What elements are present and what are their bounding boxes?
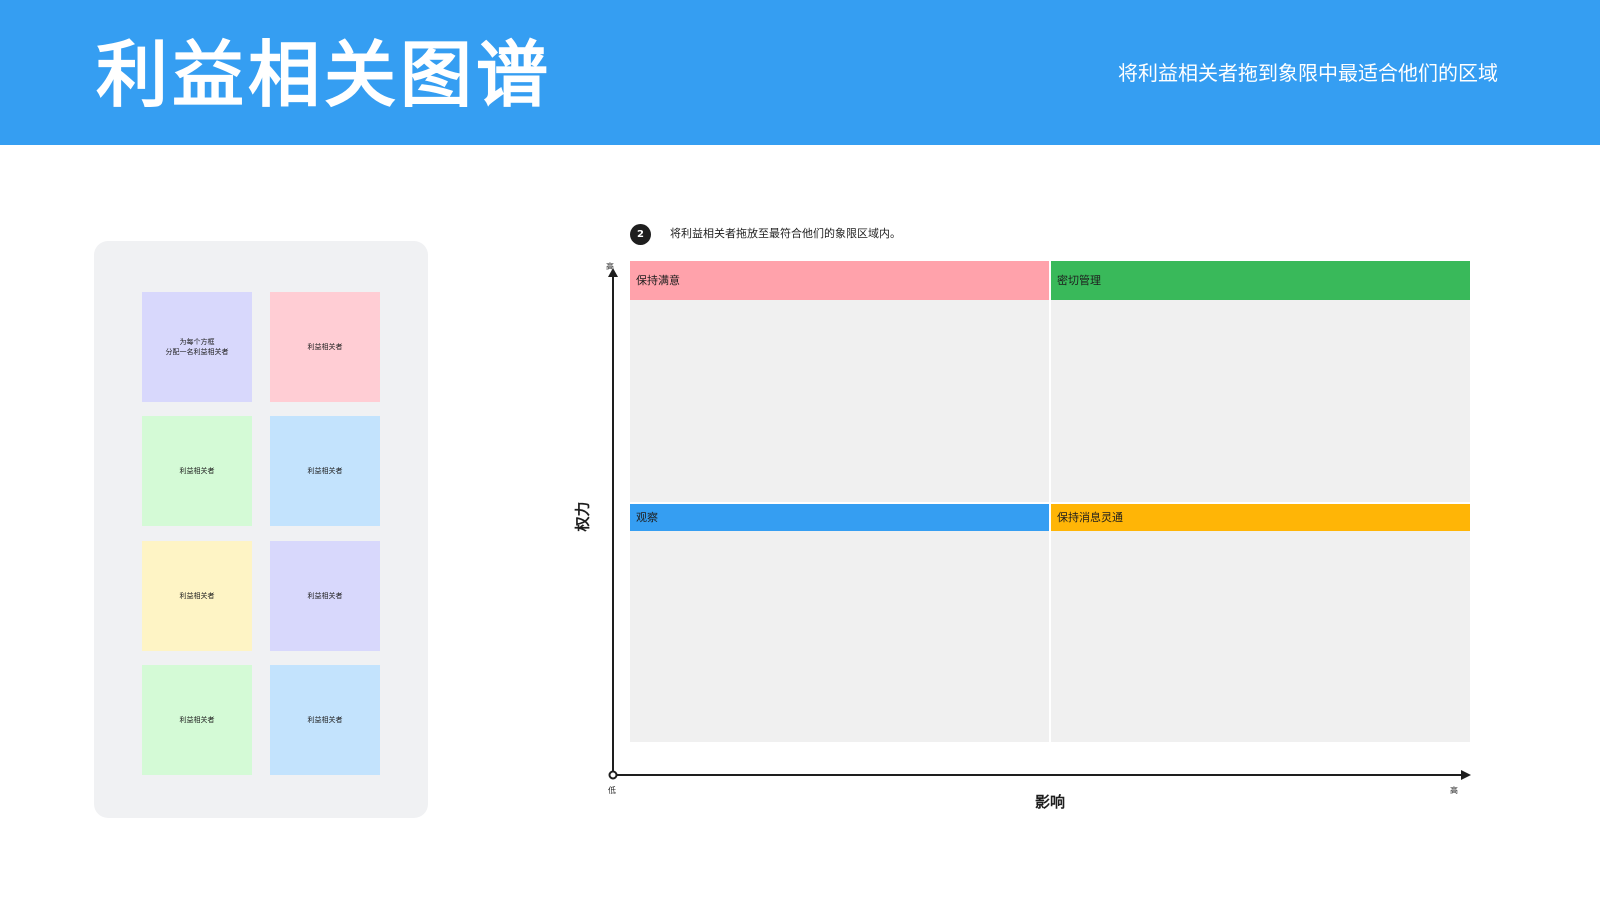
sticky-notes-panel: 为每个方框 分配一名利益相关者 利益相关者 利益相关者 利益相关者 利益相关者 … (94, 241, 428, 818)
sticky-note-1[interactable]: 为每个方框 分配一名利益相关者 (142, 292, 252, 402)
sticky-note-2[interactable]: 利益相关者 (270, 292, 380, 402)
instruction-text: 将利益相关者拖放至最符合他们的象限区域内。 (670, 227, 901, 240)
x-axis-low-label: 低 (608, 786, 616, 795)
x-axis-title: 影响 (1035, 793, 1066, 811)
quadrant-keep-informed[interactable]: 保持消息灵通 (1051, 504, 1470, 742)
sticky-note-6[interactable]: 利益相关者 (270, 541, 380, 651)
axis-origin-icon (608, 770, 618, 780)
sticky-note-8[interactable]: 利益相关者 (270, 665, 380, 775)
header-banner: 利益相关图谱 将利益相关者拖到象限中最适合他们的区域 (0, 0, 1600, 145)
y-axis-line (612, 274, 614, 776)
quadrant-header-manage-closely: 密切管理 (1051, 261, 1470, 300)
quadrant-keep-satisfied[interactable]: 保持满意 (630, 261, 1049, 502)
x-axis-high-label: 高 (1450, 786, 1458, 795)
step-number-badge: 2 (630, 224, 651, 245)
quadrant-header-monitor: 观察 (630, 504, 1049, 531)
quadrant-monitor[interactable]: 观察 (630, 504, 1049, 742)
quadrant-header-keep-satisfied: 保持满意 (630, 261, 1049, 300)
y-axis-title: 权力 (573, 501, 592, 532)
x-axis-line (613, 774, 1463, 776)
page-subtitle: 将利益相关者拖到象限中最适合他们的区域 (1118, 61, 1498, 85)
sticky-note-5[interactable]: 利益相关者 (142, 541, 252, 651)
sticky-note-4[interactable]: 利益相关者 (270, 416, 380, 526)
y-axis-high-label: 高 (606, 262, 614, 271)
sticky-note-3[interactable]: 利益相关者 (142, 416, 252, 526)
quadrant-manage-closely[interactable]: 密切管理 (1051, 261, 1470, 502)
x-axis-arrow-icon (1461, 770, 1471, 780)
page-title: 利益相关图谱 (96, 33, 553, 117)
sticky-note-7[interactable]: 利益相关者 (142, 665, 252, 775)
quadrant-header-keep-informed: 保持消息灵通 (1051, 504, 1470, 531)
